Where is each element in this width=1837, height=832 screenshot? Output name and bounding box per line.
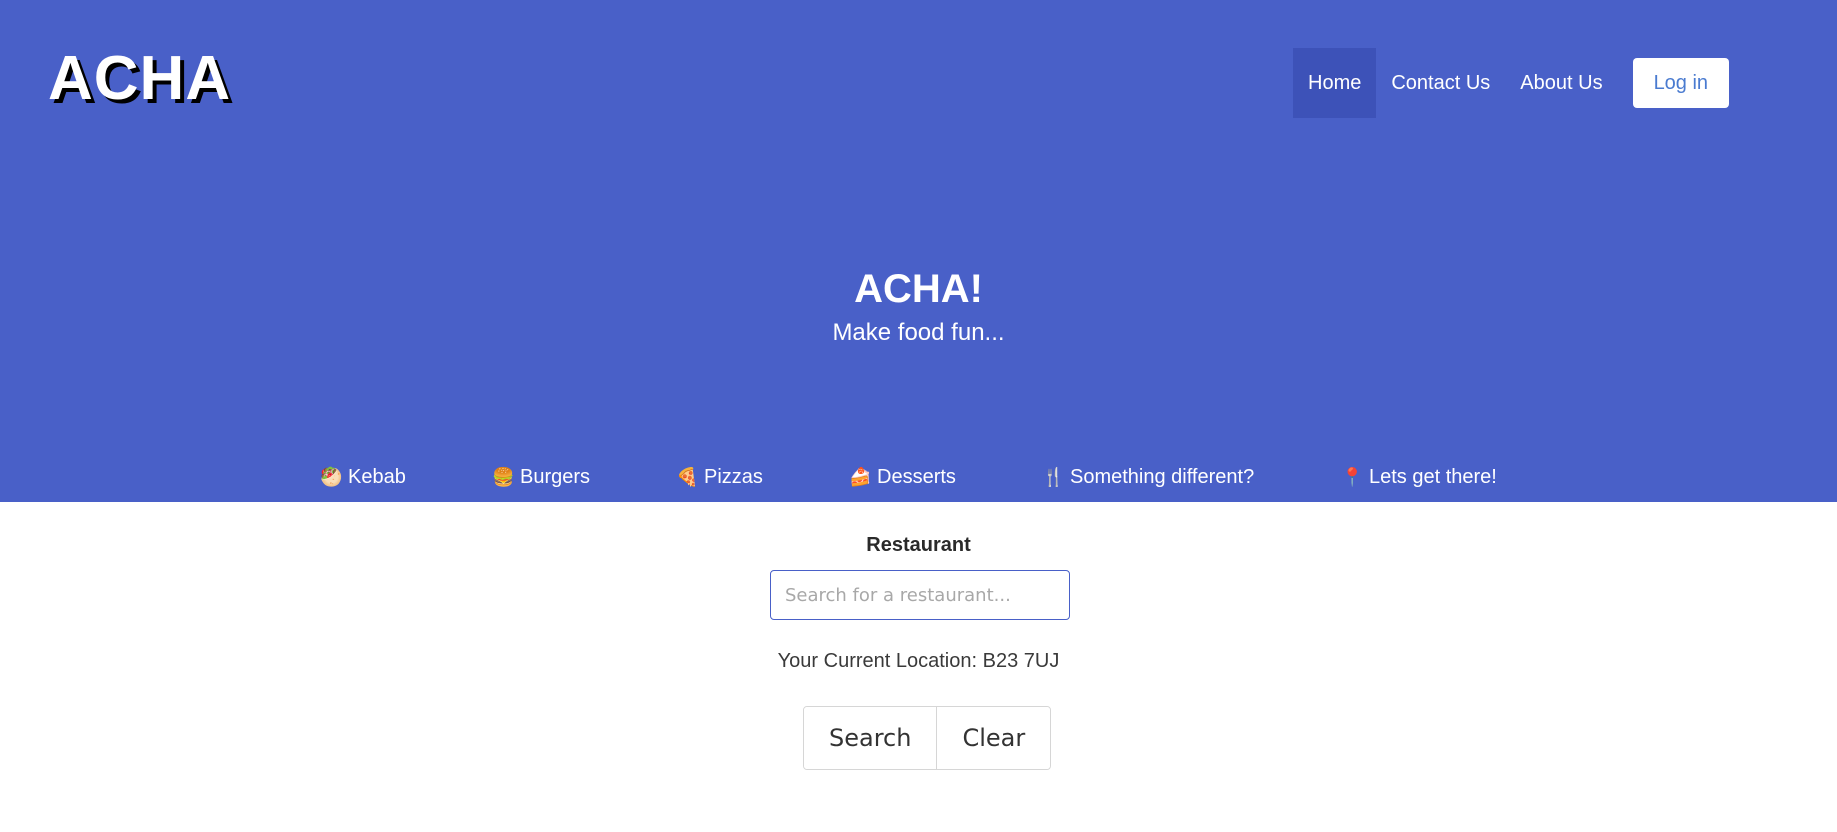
nav-item-about-us[interactable]: About Us bbox=[1505, 48, 1617, 118]
category-pizzas[interactable]: 🍕 Pizzas bbox=[676, 462, 763, 492]
top-nav: Home Contact Us About Us Log in bbox=[1293, 48, 1730, 118]
pizza-icon: 🍕 bbox=[676, 467, 699, 487]
clear-button[interactable]: Clear bbox=[936, 707, 1051, 769]
fork-knife-icon: 🍴 bbox=[1042, 467, 1065, 487]
category-lets-get-there[interactable]: 📍 Lets get there! bbox=[1341, 462, 1497, 492]
search-button-group: Search Clear bbox=[803, 706, 1052, 770]
burger-icon: 🍔 bbox=[492, 467, 515, 487]
kebab-icon: 🥙 bbox=[320, 467, 343, 487]
nav-item-contact-us[interactable]: Contact Us bbox=[1376, 48, 1505, 118]
login-button[interactable]: Log in bbox=[1632, 58, 1730, 108]
restaurant-search-input[interactable] bbox=[770, 570, 1070, 620]
hero-banner: ACHA Home Contact Us About Us Log in ACH… bbox=[0, 0, 1837, 502]
category-something-different[interactable]: 🍴 Something different? bbox=[1042, 462, 1254, 492]
hero-subtitle: Make food fun... bbox=[832, 319, 1005, 346]
nav-item-home[interactable]: Home bbox=[1293, 48, 1377, 118]
search-button[interactable]: Search bbox=[804, 707, 937, 769]
category-label: Pizzas bbox=[704, 466, 763, 488]
category-label: Lets get there! bbox=[1369, 466, 1497, 488]
hero-title: ACHA! bbox=[854, 267, 983, 311]
category-bar: 🥙 Kebab 🍔 Burgers 🍕 Pizzas 🍰 Desserts 🍴 Somet… bbox=[0, 462, 1837, 492]
category-label: Kebab bbox=[348, 466, 406, 488]
pin-icon: 📍 bbox=[1341, 467, 1364, 487]
category-label: Something different? bbox=[1070, 466, 1255, 488]
category-burgers[interactable]: 🍔 Burgers bbox=[492, 462, 590, 492]
search-section: Restaurant Your Current Location: B23 7U… bbox=[0, 502, 1837, 832]
category-kebab[interactable]: 🥙 Kebab bbox=[320, 462, 406, 492]
category-label: Burgers bbox=[520, 466, 591, 488]
category-desserts[interactable]: 🍰 Desserts bbox=[849, 462, 956, 492]
current-location-text: Your Current Location: B23 7UJ bbox=[777, 650, 1060, 672]
category-label: Desserts bbox=[877, 466, 956, 488]
cake-icon: 🍰 bbox=[849, 467, 872, 487]
restaurant-label: Restaurant bbox=[866, 534, 971, 556]
site-logo[interactable]: ACHA bbox=[48, 44, 231, 114]
